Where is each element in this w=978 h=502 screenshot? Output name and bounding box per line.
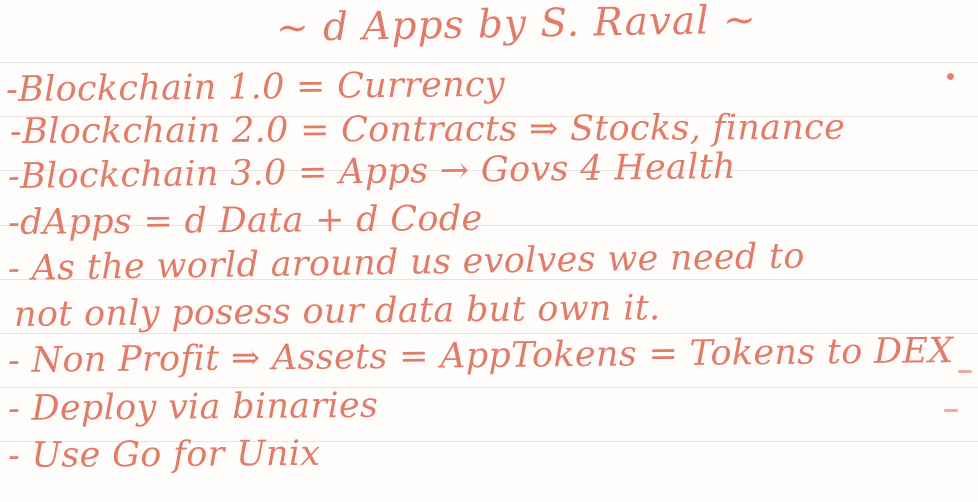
note-line-world-evolves: - As the world around us evolves we need… bbox=[7, 236, 806, 289]
notebook-page: ~ d Apps by S. Raval ~ -Blockchain 1.0 =… bbox=[0, 0, 978, 502]
note-line-deploy: - Deploy via binaries bbox=[7, 385, 379, 429]
page-title: ~ d Apps by S. Raval ~ bbox=[275, 0, 758, 51]
ink-smudge bbox=[944, 409, 958, 412]
note-line-own-data: not only posess our data but own it. bbox=[13, 288, 661, 335]
ink-dot bbox=[947, 73, 954, 80]
ruled-line bbox=[0, 62, 978, 63]
ink-smudge bbox=[958, 370, 972, 373]
note-line-blockchain-1: -Blockchain 1.0 = Currency bbox=[5, 64, 506, 110]
note-line-blockchain-3: -Blockchain 3.0 = Apps → Govs 4 Health bbox=[7, 146, 737, 197]
note-line-dapps: -dApps = d Data + d Code bbox=[7, 198, 483, 243]
note-line-non-profit: - Non Profit ⇒ Assets = AppTokens = Toke… bbox=[7, 331, 954, 381]
note-line-blockchain-2: -Blockchain 2.0 = Contracts ⇒ Stocks, fi… bbox=[9, 107, 846, 152]
note-line-use-go: - Use Go for Unix bbox=[7, 433, 321, 476]
